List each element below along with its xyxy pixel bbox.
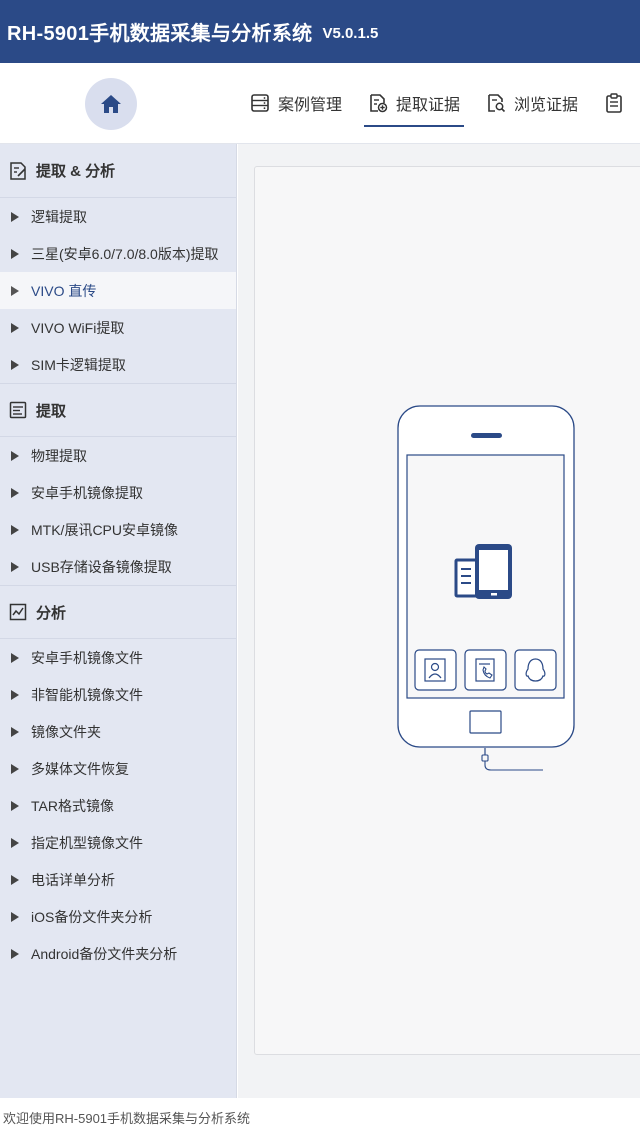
sidebar-item-label: 安卓手机镜像提取 xyxy=(31,484,143,501)
browse-evidence-icon xyxy=(486,93,506,113)
tab-extract-evidence[interactable]: 提取证据 xyxy=(364,63,465,143)
section-analyze[interactable]: 分析 xyxy=(0,585,236,639)
sidebar-item-image-folder[interactable]: 镜像文件夹 xyxy=(0,713,236,750)
sidebar-item-label: 镜像文件夹 xyxy=(31,723,101,740)
app-title: RH-5901手机数据采集与分析系统 xyxy=(7,23,313,45)
sidebar-item-label: iOS备份文件夹分析 xyxy=(31,908,153,925)
sidebar-item-vivo-direct[interactable]: VIVO 直传 xyxy=(0,272,236,309)
sidebar-item-android-image-file[interactable]: 安卓手机镜像文件 xyxy=(0,639,236,676)
expand-arrow-icon xyxy=(11,763,19,774)
toolbar: 案例管理 提取证据 浏览证据 xyxy=(0,63,640,144)
expand-arrow-icon xyxy=(11,800,19,811)
sidebar-item-label: VIVO 直传 xyxy=(31,282,97,299)
sidebar-item-label: 多媒体文件恢复 xyxy=(31,760,129,777)
clipboard-icon xyxy=(604,93,624,113)
tab-label: 提取证据 xyxy=(396,97,461,114)
sidebar-item-label: TAR格式镜像 xyxy=(31,797,114,814)
sidebar-item-logical-extract[interactable]: 逻辑提取 xyxy=(0,198,236,235)
tab-browse-evidence[interactable]: 浏览证据 xyxy=(486,63,578,143)
expand-arrow-icon xyxy=(11,285,19,296)
tab-label: 浏览证据 xyxy=(514,97,579,114)
sidebar-item-mtk-image[interactable]: MTK/展讯CPU安卓镜像 xyxy=(0,511,236,548)
sidebar-item-call-record-analysis[interactable]: 电话详单分析 xyxy=(0,861,236,898)
sidebar-item-label: 电话详单分析 xyxy=(31,871,115,888)
expand-arrow-icon xyxy=(11,911,19,922)
section-title: 提取 & 分析 xyxy=(36,163,116,180)
expand-arrow-icon xyxy=(11,837,19,848)
sidebar-item-model-image[interactable]: 指定机型镜像文件 xyxy=(0,824,236,861)
sidebar-item-android-image-extract[interactable]: 安卓手机镜像提取 xyxy=(0,474,236,511)
qq-icon xyxy=(514,649,557,691)
extract-icon xyxy=(8,400,28,420)
content-panel xyxy=(254,166,640,1055)
contacts-icon xyxy=(414,649,457,691)
expand-arrow-icon xyxy=(11,874,19,885)
sidebar-item-ios-backup[interactable]: iOS备份文件夹分析 xyxy=(0,898,236,935)
sidebar-item-physical-extract[interactable]: 物理提取 xyxy=(0,437,236,474)
sidebar: 提取 & 分析 逻辑提取 三星(安卓6.0/7.0/8.0版本)提取 VIVO … xyxy=(0,144,237,1098)
main-tabs: 案例管理 提取证据 浏览证据 xyxy=(250,63,640,143)
sidebar-item-label: 逻辑提取 xyxy=(31,208,87,225)
expand-arrow-icon xyxy=(11,450,19,461)
sidebar-item-label: 物理提取 xyxy=(31,447,87,464)
section-extract-analyze[interactable]: 提取 & 分析 xyxy=(0,144,236,198)
expand-arrow-icon xyxy=(11,211,19,222)
expand-arrow-icon xyxy=(11,652,19,663)
sidebar-item-label: VIVO WiFi提取 xyxy=(31,319,125,336)
expand-arrow-icon xyxy=(11,689,19,700)
status-bar: 欢迎使用RH-5901手机数据采集与分析系统 xyxy=(0,1098,640,1136)
case-list-icon xyxy=(250,93,270,113)
expand-arrow-icon xyxy=(11,726,19,737)
expand-arrow-icon xyxy=(11,948,19,959)
section-title: 提取 xyxy=(36,402,67,420)
section-title: 分析 xyxy=(36,604,67,622)
expand-arrow-icon xyxy=(11,487,19,498)
app-version: V5.0.1.5 xyxy=(322,24,379,42)
sidebar-item-samsung-extract[interactable]: 三星(安卓6.0/7.0/8.0版本)提取 xyxy=(0,235,236,272)
analyze-icon xyxy=(8,602,28,622)
sidebar-item-label: SIM卡逻辑提取 xyxy=(31,356,126,373)
home-button[interactable] xyxy=(85,78,137,130)
sidebar-item-label: 指定机型镜像文件 xyxy=(31,834,143,851)
status-message: 欢迎使用RH-5901手机数据采集与分析系统 xyxy=(3,1110,251,1126)
sidebar-item-feature-phone-image[interactable]: 非智能机镜像文件 xyxy=(0,676,236,713)
sidebar-item-sim-logical[interactable]: SIM卡逻辑提取 xyxy=(0,346,236,383)
tab-label: 案例管理 xyxy=(278,97,343,114)
call-log-icon xyxy=(464,649,507,691)
sidebar-item-label: 非智能机镜像文件 xyxy=(31,686,143,703)
sidebar-item-label: 安卓手机镜像文件 xyxy=(31,649,143,666)
sidebar-item-tar-image[interactable]: TAR格式镜像 xyxy=(0,787,236,824)
sidebar-item-media-recovery[interactable]: 多媒体文件恢复 xyxy=(0,750,236,787)
tab-report[interactable] xyxy=(604,63,632,143)
title-bar: RH-5901手机数据采集与分析系统 V5.0.1.5 xyxy=(0,0,640,63)
tab-case-management[interactable]: 案例管理 xyxy=(250,63,342,143)
expand-arrow-icon xyxy=(11,524,19,535)
phone-device-icon xyxy=(397,405,575,771)
expand-arrow-icon xyxy=(11,561,19,572)
extract-evidence-icon xyxy=(368,93,388,113)
sidebar-item-usb-image[interactable]: USB存储设备镜像提取 xyxy=(0,548,236,585)
expand-arrow-icon xyxy=(11,359,19,370)
sidebar-item-label: 三星(安卓6.0/7.0/8.0版本)提取 xyxy=(31,245,219,262)
expand-arrow-icon xyxy=(11,248,19,259)
sidebar-item-android-backup[interactable]: Android备份文件夹分析 xyxy=(0,935,236,972)
main-content xyxy=(238,144,640,1098)
extract-analyze-icon xyxy=(8,161,28,181)
sidebar-item-label: MTK/展讯CPU安卓镜像 xyxy=(31,521,178,538)
expand-arrow-icon xyxy=(11,322,19,333)
usb-cable-icon xyxy=(481,748,543,771)
sidebar-item-label: Android备份文件夹分析 xyxy=(31,945,178,962)
section-extract[interactable]: 提取 xyxy=(0,383,236,437)
sidebar-item-vivo-wifi[interactable]: VIVO WiFi提取 xyxy=(0,309,236,346)
sidebar-item-label: USB存储设备镜像提取 xyxy=(31,558,172,575)
home-icon xyxy=(101,95,121,113)
